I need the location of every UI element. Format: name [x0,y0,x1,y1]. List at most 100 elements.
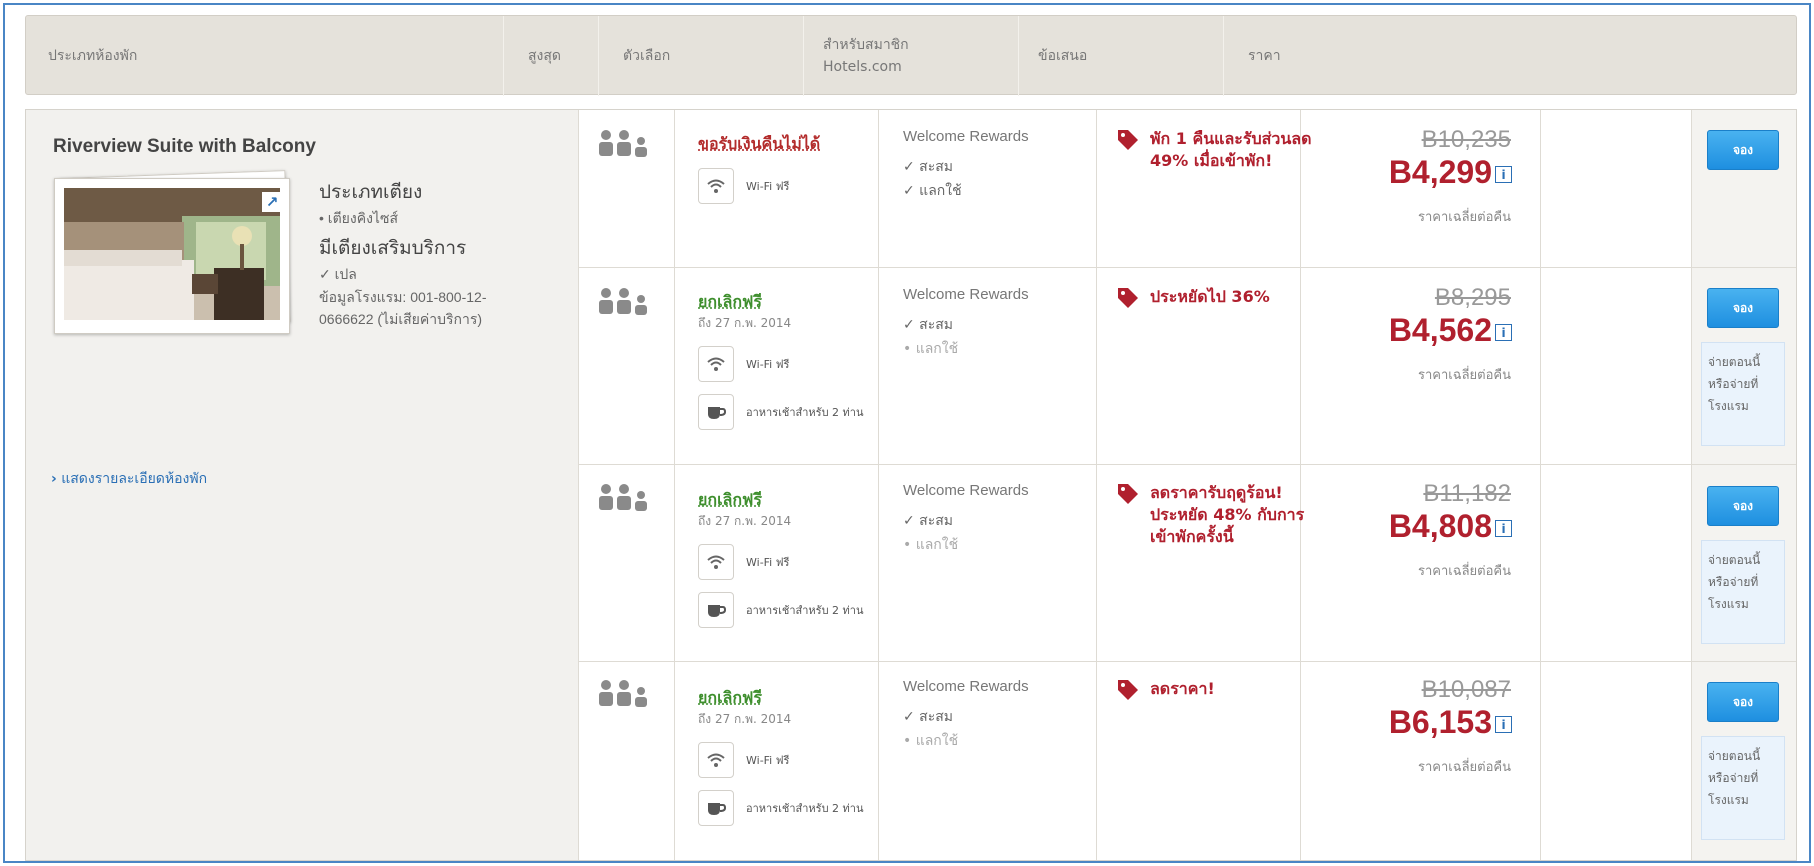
rate-2-rewards-earn: ✓ สะสม [903,317,954,333]
rate-3-price-note: ราคาเฉลี่ยต่อคืน [1418,564,1511,579]
header-room-type: ประเภทห้องพัก [48,48,138,64]
room-bed-info: ประเภทเตียง • เตียงคิงไซส์ มีเตียงเสริมบ… [319,180,569,330]
rate-1-rewards-redeem: ✓ แลกใช้ [903,183,962,199]
rate-3-rewards-title: Welcome Rewards [903,482,1029,499]
rate-1-option-title[interactable]: ขอรับเงินคืนไม่ได้ [698,132,820,157]
show-room-details-link[interactable]: › แสดงรายละเอียดห้องพัก [51,468,207,490]
header-price: ราคา [1248,48,1281,64]
guests-icon [599,484,647,511]
rate-4-amenity-breakfast-label: อาหารเช้าสำหรับ 2 ท่าน [746,801,864,815]
extra-bed-value: ✓ เปล [319,266,357,282]
wifi-icon [698,742,734,778]
rate-3-amenity-wifi-label: Wi-Fi ฟรี [746,555,790,569]
rate-3-amenity-wifi: Wi-Fi ฟรี [698,544,866,580]
wifi-icon [698,544,734,580]
rate-2-option-sub: ถึง 27 ก.พ. 2014 [698,316,792,330]
rate-4-price-note: ราคาเฉลี่ยต่อคืน [1418,760,1511,775]
rate-4-amenity-breakfast: อาหารเช้าสำหรับ 2 ท่าน [698,790,866,826]
info-icon[interactable]: i [1495,166,1512,183]
rate-4-book-button[interactable]: จอง [1707,682,1779,722]
info-icon[interactable]: i [1495,520,1512,537]
rate-3-amenity-breakfast-label: อาหารเช้าสำหรับ 2 ท่าน [746,603,864,617]
price-tag-icon [1118,484,1138,504]
bed-type-value: • เตียงคิงไซส์ [319,210,398,226]
chevron-right-icon: › [51,471,57,487]
guests-icon [599,680,647,707]
rate-3-book-button[interactable]: จอง [1707,486,1779,526]
rate-4-amenity-wifi: Wi-Fi ฟรี [698,742,866,778]
rate-2-price-note: ราคาเฉลี่ยต่อคืน [1418,368,1511,383]
rate-4-rewards-earn: ✓ สะสม [903,709,954,725]
rate-2-amenity-wifi: Wi-Fi ฟรี [698,346,866,382]
rate-3-new-price: B4,808 [1388,508,1492,544]
room-block: Riverview Suite with Balcony ↗ ประเภทเตี… [25,109,1797,861]
rate-3-deal: ลดราคารับฤดูร้อน! ประหยัด 48% กับการเข้า… [1116,482,1320,548]
price-tag-icon [1118,288,1138,308]
header-offers: ข้อเสนอ [1038,48,1088,64]
rate-4-rewards-redeem: • แลกใช้ [903,733,959,749]
wifi-icon [698,346,734,382]
rate-3-option-sub: ถึง 27 ก.พ. 2014 [698,514,792,528]
show-room-details-label: แสดงรายละเอียดห้องพัก [61,471,208,487]
header-members: สำหรับสมาชิก Hotels.com [823,16,909,96]
rate-2-rewards-redeem: • แลกใช้ [903,341,959,357]
rates-frame: ประเภทห้องพัก สูงสุด ตัวเลือก สำหรับสมาช… [3,3,1811,863]
rate-1-rewards-earn: ✓ สะสม [903,159,954,175]
rate-4-rewards-title: Welcome Rewards [903,678,1029,695]
coffee-cup-icon [698,592,734,628]
rate-4-option-sub: ถึง 27 ก.พ. 2014 [698,712,792,726]
rate-4-deal: ลดราคา! [1116,678,1320,702]
rate-4-deal-text: ลดราคา! [1150,679,1215,698]
rate-1-amenity-wifi: Wi-Fi ฟรี [698,168,866,204]
rate-2-option-title[interactable]: ยกเลิกฟรี [698,290,762,315]
rate-4-old-price: B10,087 [1421,676,1511,703]
rate-1-price-note: ราคาเฉลี่ยต่อคืน [1418,210,1511,225]
info-icon[interactable]: i [1495,716,1512,733]
hotel-phone-line1: ข้อมูลโรงแรม: 001-800-12- [319,289,487,305]
header-options: ตัวเลือก [623,48,671,64]
rate-3-rewards-redeem: • แลกใช้ [903,537,959,553]
rate-2-new-price: B4,562 [1388,312,1492,348]
room-title: Riverview Suite with Balcony [53,136,316,157]
price-tag-icon [1118,130,1138,150]
header-members-line2: Hotels.com [823,59,902,75]
extra-bed-heading: มีเตียงเสริมบริการ [319,238,467,259]
rate-1-new-price: B4,299 [1388,154,1492,190]
rate-2-rewards-title: Welcome Rewards [903,286,1029,303]
rate-2-deal-text: ประหยัดไป 36% [1150,287,1270,306]
bed-type-heading: ประเภทเตียง [319,182,423,203]
coffee-cup-icon [698,790,734,826]
header-max-guests: สูงสุด [528,48,562,64]
guests-icon [599,130,647,157]
rate-2-amenity-wifi-label: Wi-Fi ฟรี [746,357,790,371]
rate-2-deal: ประหยัดไป 36% [1116,286,1320,310]
rate-2-amenity-breakfast: อาหารเช้าสำหรับ 2 ท่าน [698,394,866,430]
rate-3-option-title[interactable]: ยกเลิกฟรี [698,488,762,513]
price-tag-icon [1118,680,1138,700]
hotel-phone-line2: 0666622 (ไม่เสียค่าบริการ) [319,311,483,327]
rate-1-rewards-title: Welcome Rewards [903,128,1029,145]
rate-3-rewards-earn: ✓ สะสม [903,513,954,529]
info-icon[interactable]: i [1495,324,1512,341]
guests-icon [599,288,647,315]
rate-3-amenity-breakfast: อาหารเช้าสำหรับ 2 ท่าน [698,592,866,628]
rate-1-deal: พัก 1 คืนและรับส่วนลด 49% เมื่อเข้าพัก! [1116,128,1320,172]
room-photo-image[interactable] [64,188,280,320]
rate-4-new-price: B6,153 [1388,704,1492,740]
rate-4-pay-note: จ่ายตอนนี้ หรือจ่ายที่ โรงแรม [1701,736,1785,840]
wifi-icon [698,168,734,204]
rate-3-old-price: B11,182 [1423,480,1511,507]
rate-2-old-price: B8,295 [1434,284,1511,311]
rate-1-old-price: B10,235 [1421,126,1511,153]
rate-1-book-button[interactable]: จอง [1707,130,1779,170]
rate-2-amenity-breakfast-label: อาหารเช้าสำหรับ 2 ท่าน [746,405,864,419]
rate-2-pay-note: จ่ายตอนนี้ หรือจ่ายที่ โรงแรม [1701,342,1785,446]
header-members-line1: สำหรับสมาชิก [823,37,909,53]
room-photo[interactable]: ↗ [54,170,296,338]
rate-4-option-title[interactable]: ยกเลิกฟรี [698,686,762,711]
expand-arrow-icon[interactable]: ↗ [262,192,282,212]
rate-2-book-button[interactable]: จอง [1707,288,1779,328]
rate-1-amenity-wifi-label: Wi-Fi ฟรี [746,179,790,193]
rate-3-pay-note: จ่ายตอนนี้ หรือจ่ายที่ โรงแรม [1701,540,1785,644]
rate-4-amenity-wifi-label: Wi-Fi ฟรี [746,753,790,767]
